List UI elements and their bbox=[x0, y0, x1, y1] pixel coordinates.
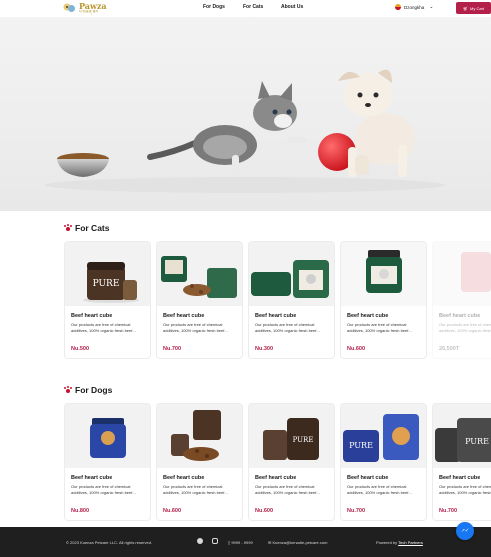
product-description: Our products are free of chemical additi… bbox=[71, 322, 136, 333]
copyright-text: © 2023 Kuenza Petcare LLC. All rights re… bbox=[66, 540, 153, 545]
product-description: Our products are free of chemical additi… bbox=[347, 484, 412, 495]
product-card[interactable]: PURE Beef heart cube Our products are fr… bbox=[432, 403, 491, 521]
product-price: Nu.700 bbox=[439, 508, 458, 514]
section-title-cats: For Cats bbox=[64, 223, 109, 233]
product-price: Nu.600 bbox=[347, 346, 366, 352]
section-title-dogs-label: For Dogs bbox=[75, 385, 113, 395]
product-description: Our products are free of chemical additi… bbox=[71, 484, 136, 495]
product-price: Nu.500 bbox=[71, 346, 90, 352]
footer-phone[interactable]: ▯ 9999 - 9999 bbox=[228, 540, 253, 545]
product-image bbox=[341, 242, 426, 306]
cart-label: My Cart bbox=[470, 5, 485, 11]
powered-by-link[interactable]: Tech Partners bbox=[398, 540, 423, 545]
instagram-icon[interactable] bbox=[212, 538, 218, 544]
product-image: PURE bbox=[249, 404, 334, 468]
product-description: Our products are free of chemical additi… bbox=[163, 484, 228, 495]
product-price: 26,500T bbox=[439, 346, 460, 352]
phone-number: 9999 - 9999 bbox=[231, 540, 253, 545]
product-name: Beef heart cube bbox=[439, 475, 481, 481]
hero-banner bbox=[0, 17, 491, 211]
language-label: Dzongkha bbox=[404, 4, 425, 10]
hero-image bbox=[45, 69, 445, 193]
product-card[interactable]: Beef heart cube Our products are free of… bbox=[432, 241, 491, 359]
product-name: Beef heart cube bbox=[163, 313, 205, 319]
flag-icon bbox=[395, 4, 401, 10]
my-cart-button[interactable]: 🛒︎ My Cart bbox=[456, 2, 491, 14]
product-name: Beef heart cube bbox=[163, 475, 205, 481]
product-card[interactable]: PURE Beef heart cube Our products are fr… bbox=[64, 241, 151, 359]
product-name: Beef heart cube bbox=[439, 313, 481, 319]
product-image bbox=[433, 242, 491, 306]
facebook-icon[interactable] bbox=[197, 538, 203, 544]
svg-text:PURE: PURE bbox=[465, 437, 489, 446]
product-image: PURE bbox=[65, 242, 150, 306]
product-price: Nu.600 bbox=[163, 508, 182, 514]
messenger-chat-button[interactable] bbox=[456, 522, 474, 540]
messenger-icon bbox=[461, 528, 469, 532]
nav-about-us[interactable]: About Us bbox=[281, 4, 303, 10]
product-name: Beef heart cube bbox=[71, 313, 113, 319]
main-nav: For Dogs For Cats About Us bbox=[203, 4, 303, 10]
svg-text:PURE: PURE bbox=[93, 279, 120, 289]
site-footer: © 2023 Kuenza Petcare LLC. All rights re… bbox=[0, 527, 491, 557]
nav-for-dogs[interactable]: For Dogs bbox=[203, 4, 243, 10]
product-card[interactable]: PURE Beef heart cube Our products are fr… bbox=[248, 403, 335, 521]
product-name: Beef heart cube bbox=[255, 475, 297, 481]
powered-by: Powered by Tech Partners bbox=[376, 540, 423, 545]
cats-product-row: PURE Beef heart cube Our products are fr… bbox=[64, 241, 491, 359]
cart-icon: 🛒︎ bbox=[462, 5, 469, 11]
product-image bbox=[157, 242, 242, 306]
product-price: Nu.700 bbox=[347, 508, 366, 514]
product-name: Beef heart cube bbox=[71, 475, 113, 481]
product-card[interactable]: Beef heart cube Our products are free of… bbox=[64, 403, 151, 521]
product-image: PURE bbox=[433, 404, 491, 468]
product-card[interactable]: PURE Beef heart cube Our products are fr… bbox=[340, 403, 427, 521]
product-description: Our products are free of chemical additi… bbox=[439, 484, 491, 495]
product-price: Nu.600 bbox=[255, 508, 274, 514]
logo[interactable]: Pawza ཕ་མཚན་ཟས bbox=[62, 1, 107, 15]
product-price: Nu.700 bbox=[163, 346, 182, 352]
product-description: Our products are free of chemical additi… bbox=[439, 322, 491, 333]
product-name: Beef heart cube bbox=[255, 313, 297, 319]
language-selector[interactable]: Dzongkha ⌄ bbox=[395, 4, 433, 10]
product-price: Nu.800 bbox=[71, 508, 90, 514]
chevron-down-icon: ⌄ bbox=[429, 4, 434, 10]
product-description: Our products are free of chemical additi… bbox=[163, 322, 228, 333]
dogs-product-row: Beef heart cube Our products are free of… bbox=[64, 403, 491, 521]
svg-text:PURE: PURE bbox=[349, 441, 373, 450]
section-title-dogs: For Dogs bbox=[64, 385, 112, 395]
product-description: Our products are free of chemical additi… bbox=[255, 484, 320, 495]
paw-icon bbox=[64, 224, 72, 232]
product-price: Nu.300 bbox=[255, 346, 274, 352]
product-card[interactable]: Beef heart cube Our products are free of… bbox=[248, 241, 335, 359]
product-card[interactable]: Beef heart cube Our products are free of… bbox=[156, 241, 243, 359]
product-image: PURE bbox=[341, 404, 426, 468]
svg-text:PURE: PURE bbox=[293, 436, 314, 444]
nav-for-cats[interactable]: For Cats bbox=[243, 4, 281, 10]
product-description: Our products are free of chemical additi… bbox=[255, 322, 320, 333]
logo-icon bbox=[63, 3, 75, 12]
product-card[interactable]: Beef heart cube Our products are free of… bbox=[340, 241, 427, 359]
product-name: Beef heart cube bbox=[347, 475, 389, 481]
product-image bbox=[157, 404, 242, 468]
product-image bbox=[249, 242, 334, 306]
footer-email[interactable]: ✉ Kuenza@kenadle-petcare.com bbox=[268, 540, 327, 545]
product-image bbox=[65, 404, 150, 468]
product-card[interactable]: Beef heart cube Our products are free of… bbox=[156, 403, 243, 521]
product-name: Beef heart cube bbox=[347, 313, 389, 319]
section-title-cats-label: For Cats bbox=[75, 223, 110, 233]
powered-by-prefix: Powered by bbox=[376, 540, 399, 545]
site-header: Pawza ཕ་མཚན་ཟས For Dogs For Cats About U… bbox=[0, 0, 491, 17]
product-description: Our products are free of chemical additi… bbox=[347, 322, 412, 333]
paw-icon bbox=[64, 386, 72, 394]
email-address: Kuenza@kenadle-petcare.com bbox=[272, 540, 328, 545]
